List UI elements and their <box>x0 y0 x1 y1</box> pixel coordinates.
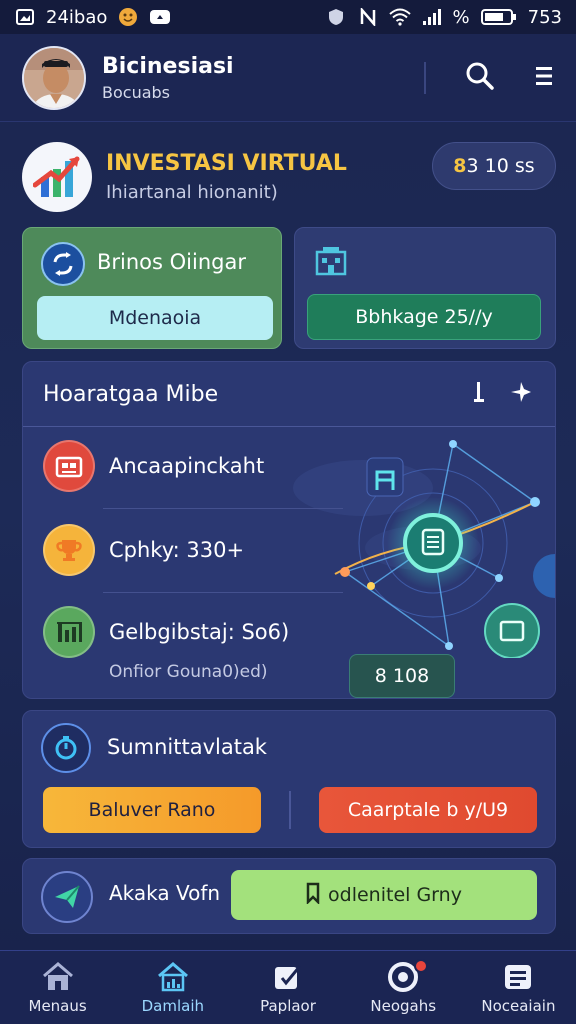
hero-subtitle: Ihiartanаl hionanit) <box>106 182 278 203</box>
nav-label-home: Menaus <box>28 996 87 1015</box>
battery-text: 753 <box>527 6 562 28</box>
swap-icon <box>41 242 85 286</box>
blue-card: Bbhkage 25//y <box>294 227 556 349</box>
nav-item-home[interactable]: Menaus <box>0 951 115 1024</box>
pin-button[interactable] <box>507 380 535 408</box>
gallery-icon <box>14 7 36 27</box>
send-icon <box>41 871 93 923</box>
network-row-2[interactable]: Cphky: 330+ <box>43 524 244 576</box>
green-card: Brinos Oiingar Mdenaoia <box>22 227 282 349</box>
header-subtitle: Bocuabs <box>102 82 170 102</box>
row-divider <box>103 592 343 593</box>
chart-icon <box>43 606 95 658</box>
cursor-button[interactable] <box>465 380 493 408</box>
nav-label-list: Noceaiain <box>481 996 556 1015</box>
nav-label-notifications: Neogahs <box>370 996 437 1015</box>
network-row-1-label: Ancaapinckaht <box>109 454 265 478</box>
nav-item-list[interactable]: Noceaiain <box>461 951 576 1024</box>
timer-icon <box>41 723 91 773</box>
text-cursor-icon <box>472 380 486 408</box>
wifi-icon <box>388 7 411 27</box>
action-card: Sumnittavlatak Baluver Rano Caarptale b … <box>22 710 556 848</box>
network-illustration <box>293 440 555 658</box>
signal-icon <box>421 7 443 27</box>
list-icon <box>501 961 535 993</box>
bottom-nav: Menaus Damlaih Paplaor Neogahs Noceaiain <box>0 950 576 1024</box>
smiley-icon <box>117 7 139 27</box>
balance-pill[interactable]: 8 3 10 ss <box>432 142 556 190</box>
send-card-title: Akaka Vofn <box>109 881 221 905</box>
battery-icon <box>480 7 518 27</box>
green-card-title: Brinos Oiingar <box>97 250 246 274</box>
menu-button[interactable] <box>524 58 564 98</box>
send-card-button[interactable]: odlenitel Grny <box>231 870 537 920</box>
search-button[interactable] <box>460 58 500 98</box>
shield-icon <box>325 7 347 27</box>
header-divider <box>424 62 426 94</box>
action-right-button[interactable]: Caarptale b y/U9 <box>319 787 537 833</box>
nav-item-edit[interactable]: Paplaor <box>230 951 345 1024</box>
network-row-3-label: Gelbgibstaj: So6) <box>109 620 290 644</box>
hero-title: INVESTASI VIRTUAL <box>106 151 347 176</box>
header-title: Bicinesiasi <box>102 53 234 79</box>
network-row-2-label: Cphky: 330+ <box>109 538 245 562</box>
row-divider <box>103 508 343 509</box>
nav-item-dashboard[interactable]: Damlaih <box>115 951 230 1024</box>
nav-label-edit: Paplaor <box>260 996 316 1015</box>
network-card-divider <box>23 426 555 427</box>
home-icon <box>41 961 75 993</box>
blue-card-button[interactable]: Bbhkage 25//y <box>307 294 541 340</box>
pin-icon <box>509 380 533 408</box>
trophy-icon <box>43 524 95 576</box>
network-row-3[interactable]: Gelbgibstaj: So6) <box>43 606 289 658</box>
green-card-button[interactable]: Mdenaoia <box>37 296 273 340</box>
invest-logo-icon <box>22 142 92 212</box>
percent-sign: % <box>452 6 470 28</box>
network-footer: Onfior Gouna0)ed) <box>109 662 268 682</box>
action-divider <box>289 791 291 829</box>
network-card-title: Hoaratgaa Mibe <box>43 382 219 407</box>
edit-icon <box>271 961 305 993</box>
hero-section: INVESTASI VIRTUAL Ihiartanаl hionanit) 8… <box>22 136 556 218</box>
send-card: Akaka Vofn odlenitel Grny <box>22 858 556 934</box>
action-left-button[interactable]: Baluver Rano <box>43 787 261 833</box>
cloud-icon <box>149 7 171 27</box>
balance-pill-text: 3 10 ss <box>466 155 535 177</box>
nav-label-dashboard: Damlaih <box>141 996 204 1015</box>
action-card-title: Sumnittavlatak <box>107 735 267 759</box>
notification-badge <box>413 959 428 973</box>
nav-item-notifications[interactable]: Neogahs <box>346 951 461 1024</box>
status-bar: 24ibao % 753 <box>0 0 576 34</box>
bookmark-icon <box>306 882 320 909</box>
send-card-button-label: odlenitel Grny <box>328 884 462 906</box>
house-chart-icon <box>156 961 190 993</box>
building-icon <box>313 246 349 276</box>
balance-pill-number: 8 <box>453 155 467 177</box>
status-app-label: 24ibao <box>46 6 108 28</box>
store-icon <box>43 440 95 492</box>
app-header: Bicinesiasi Bocuabs <box>0 34 576 122</box>
avatar[interactable] <box>22 45 86 110</box>
menu-icon <box>534 64 554 92</box>
nfc-icon <box>357 7 379 27</box>
network-counter[interactable]: 8 108 <box>349 654 455 698</box>
search-icon <box>465 61 495 95</box>
network-card: Hoaratgaa Mibe Ancaapinckaht Cphky: 330+… <box>22 361 556 699</box>
network-row-1[interactable]: Ancaapinckaht <box>43 440 264 492</box>
